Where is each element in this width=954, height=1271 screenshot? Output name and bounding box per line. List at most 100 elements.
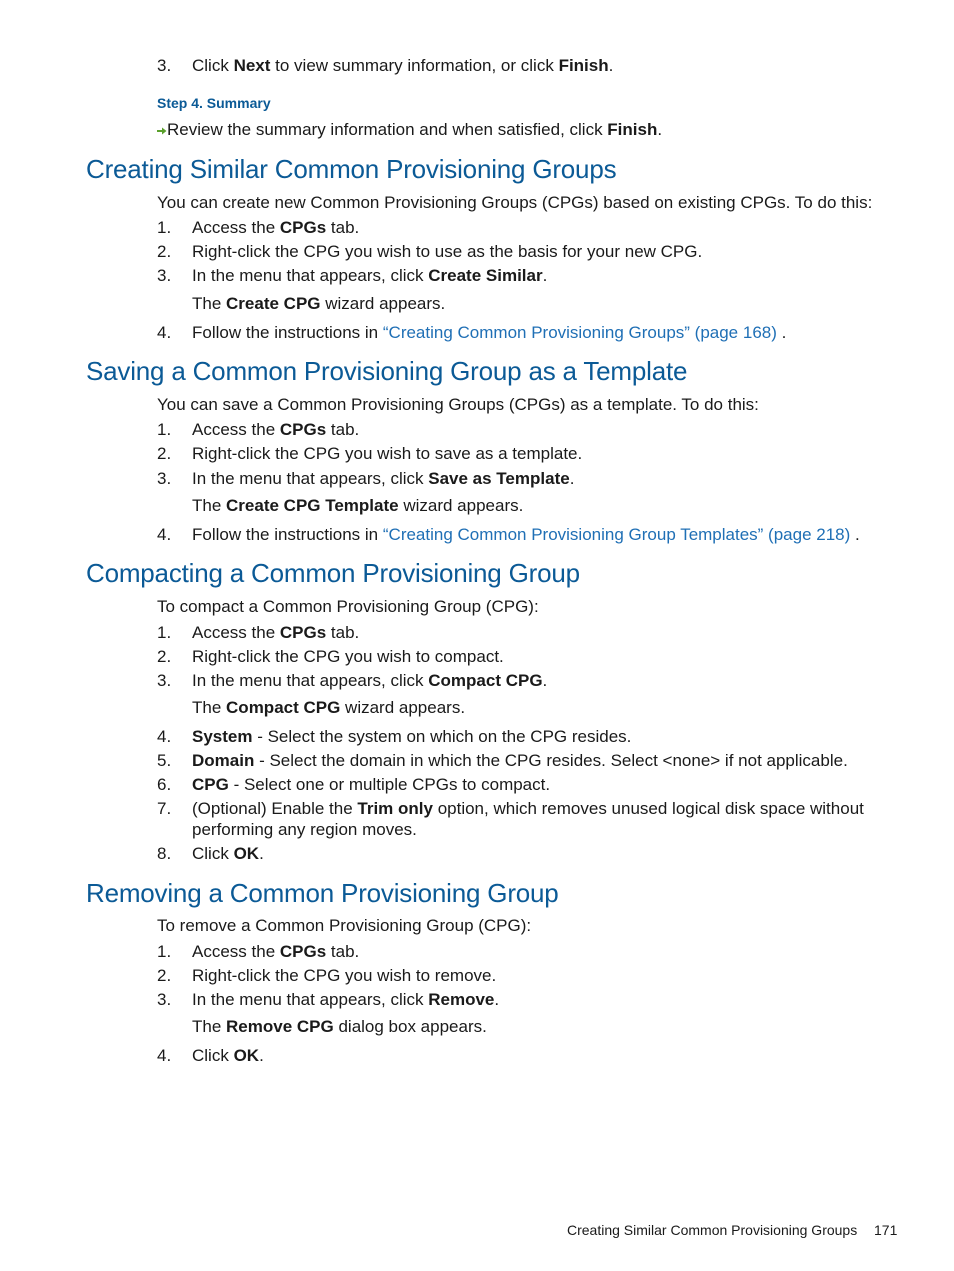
step-text: Follow the instructions in “Creating Com… [192,525,860,545]
ui-term: Create CPG [226,294,321,313]
step-number: 3. [157,266,172,285]
step-text: Click OK. [192,1046,264,1066]
text: wizard appears. [398,496,524,515]
step-text-continuation: performing any region moves. [192,820,417,839]
text: dialog box appears. [333,1017,487,1036]
ui-term: Compact CPG [428,671,543,690]
step-text: System - Select the system on which on t… [192,727,631,747]
text: Follow the instructions in [192,323,383,342]
step-number: 2. [157,444,172,463]
step-number: 3. [157,56,172,75]
step-text: In the menu that appears, click Remove. [192,990,499,1010]
step-result: The Create CPG Template wizard appears. [192,496,523,516]
ui-term: System [192,727,253,746]
step-number: 3. [157,671,172,690]
step-text: Right-click the CPG you wish to remove. [192,966,497,985]
page-number: 171 [874,1222,898,1238]
step-text: Access the CPGs tab. [192,420,359,440]
step-text: In the menu that appears, click Create S… [192,266,547,286]
text: . [542,671,548,690]
step-text: Click OK. [192,844,264,864]
text: Access the [192,942,280,961]
text: to view summary information, or click [270,56,559,75]
cross-reference-link[interactable]: “Creating Common Provisioning Group Temp… [383,525,850,544]
text: In the menu that appears, click [192,469,429,488]
step-text: Domain - Select the domain in which the … [192,751,848,771]
text: wizard appears. [340,698,466,717]
ui-term: Finish [607,120,658,139]
step-instruction: Review the summary information and when … [157,120,662,140]
ui-term: Next [233,56,271,75]
cross-reference-link[interactable]: “Creating Common Provisioning Groups” (p… [383,323,777,342]
text: wizard appears. [320,294,446,313]
section-intro: You can create new Common Provisioning G… [157,193,873,212]
text: Access the [192,623,280,642]
text: . [850,525,860,544]
step-text: Access the CPGs tab. [192,623,359,643]
ui-term: CPG [192,775,229,794]
text: - Select the system on which on the CPG … [252,727,632,746]
text: - Select the domain in which the CPG res… [254,751,848,770]
section-heading-save-as-template: Saving a Common Provisioning Group as a … [86,356,688,386]
step-text: Right-click the CPG you wish to use as t… [192,242,703,261]
step-text: Access the CPGs tab. [192,218,359,238]
ui-term: CPGs [279,623,327,642]
step-number: 2. [157,966,172,985]
ui-term: CPGs [279,420,327,439]
section-intro: You can save a Common Provisioning Group… [157,395,759,414]
step-text: (Optional) Enable the Trim only option, … [192,799,864,819]
step-number: 3. [157,469,172,488]
green-arrow-right-icon [157,127,167,135]
section-intro: To remove a Common Provisioning Group (C… [157,916,532,935]
step-text: In the menu that appears, click Save as … [192,469,574,489]
text: Click [192,56,234,75]
ui-term: CPGs [279,942,327,961]
step-number: 1. [157,942,172,961]
ui-term: Create Similar [428,266,543,285]
ui-term: OK [233,1046,260,1065]
ui-term: OK [233,844,260,863]
step-number: 4. [157,323,172,342]
step-text: Right-click the CPG you wish to compact. [192,647,504,666]
text: Review the summary information and when … [167,120,608,139]
step-number: 5. [157,751,172,770]
step-result: The Remove CPG dialog box appears. [192,1017,487,1037]
step-text: Right-click the CPG you wish to save as … [192,444,583,463]
text: option, which removes unused logical dis… [432,799,864,818]
text: tab. [326,218,360,237]
text: In the menu that appears, click [192,990,429,1009]
text: - Select one or multiple CPGs to compact… [228,775,551,794]
text: The [192,698,227,717]
step-heading: Step 4. Summary [157,95,271,111]
step-number: 4. [157,1046,172,1065]
step-text: Access the CPGs tab. [192,942,359,962]
section-intro: To compact a Common Provisioning Group (… [157,597,539,616]
step-number: 4. [157,727,172,746]
section-heading-creating-similar: Creating Similar Common Provisioning Gro… [86,154,617,184]
text: Follow the instructions in [192,525,383,544]
text: . [494,990,500,1009]
ui-term: Compact CPG [226,698,341,717]
step-text: Follow the instructions in “Creating Com… [192,323,786,343]
footer-section-title: Creating Similar Common Provisioning Gro… [567,1222,858,1238]
ui-term: Remove CPG [226,1017,334,1036]
text: Click [192,1046,234,1065]
text: The [192,294,227,313]
text: Access the [192,218,280,237]
step-result: The Compact CPG wizard appears. [192,698,465,718]
section-heading-removing: Removing a Common Provisioning Group [86,878,559,908]
text: . [259,1046,264,1065]
text: (Optional) Enable the [192,799,358,818]
ui-term: Finish [558,56,609,75]
step-result: The Create CPG wizard appears. [192,294,445,314]
text: In the menu that appears, click [192,266,429,285]
step-number: 7. [157,799,172,818]
ui-term: Create CPG Template [226,496,399,515]
step-text: CPG - Select one or multiple CPGs to com… [192,775,550,795]
text: . [608,56,614,75]
text: . [569,469,575,488]
step-text: In the menu that appears, click Compact … [192,671,547,691]
text: . [259,844,264,863]
step-text: Click Next to view summary information, … [192,56,613,76]
ui-term: CPGs [279,218,327,237]
